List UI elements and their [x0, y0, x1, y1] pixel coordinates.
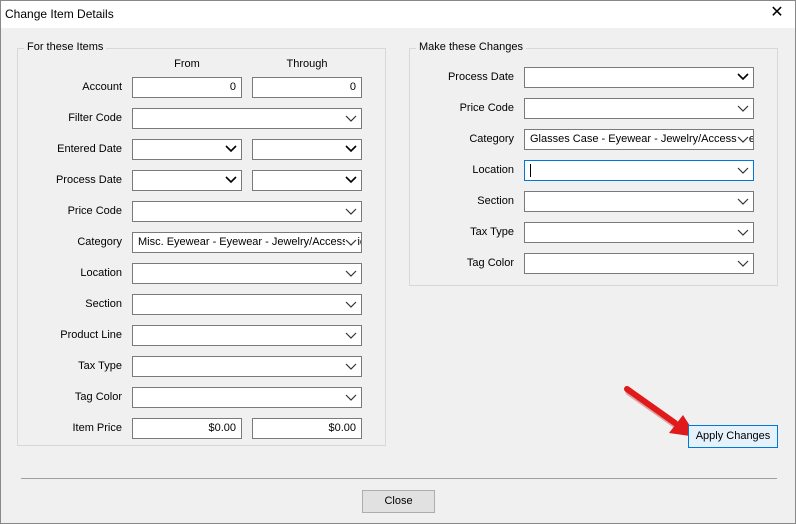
item-price-through-input[interactable]: $0.00 — [252, 418, 362, 439]
change-section-label: Section — [477, 195, 514, 207]
process-date-through-dropdown[interactable] — [252, 170, 362, 191]
category-value: Misc. Eyewear - Eyewear - Jewelry/Access… — [138, 236, 362, 248]
chevron-down-icon — [345, 268, 357, 278]
change-category-value: Glasses Case - Eyewear - Jewelry/Accesso… — [530, 133, 754, 145]
chevron-down-icon — [737, 165, 749, 175]
chevron-down-icon — [737, 227, 749, 237]
column-header-through: Through — [286, 58, 328, 70]
apply-changes-button[interactable]: Apply Changes — [688, 425, 778, 448]
category-dropdown[interactable]: Misc. Eyewear - Eyewear - Jewelry/Access… — [132, 232, 362, 253]
tax-type-label: Tax Type — [78, 360, 122, 372]
chevron-down-icon — [345, 330, 357, 340]
account-through-input[interactable]: 0 — [252, 77, 362, 98]
filter-code-dropdown[interactable] — [132, 108, 362, 129]
chevron-down-icon — [345, 392, 357, 402]
change-location-dropdown[interactable] — [524, 160, 754, 181]
item-price-label: Item Price — [72, 422, 122, 434]
tag-color-dropdown[interactable] — [132, 387, 362, 408]
account-label: Account — [82, 81, 122, 93]
price-code-dropdown[interactable] — [132, 201, 362, 222]
chevron-down-icon — [737, 134, 749, 144]
change-price-code-dropdown[interactable] — [524, 98, 754, 119]
column-header-from: From — [174, 58, 200, 70]
process-date-label: Process Date — [55, 174, 122, 186]
group-title-make-these-changes: Make these Changes — [416, 41, 526, 53]
chevron-down-icon — [345, 206, 357, 216]
chevron-down-icon — [737, 196, 749, 206]
section-dropdown[interactable] — [132, 294, 362, 315]
chevron-down-icon — [345, 144, 357, 154]
change-tag-color-dropdown[interactable] — [524, 253, 754, 274]
change-section-dropdown[interactable] — [524, 191, 754, 212]
close-icon[interactable]: ✕ — [769, 5, 785, 21]
change-category-dropdown[interactable]: Glasses Case - Eyewear - Jewelry/Accesso… — [524, 129, 754, 150]
change-tax-type-dropdown[interactable] — [524, 222, 754, 243]
change-item-details-dialog: Change Item Details ✕ For these Items Fr… — [0, 0, 796, 524]
chevron-down-icon — [737, 103, 749, 113]
chevron-down-icon — [345, 113, 357, 123]
location-label: Location — [80, 267, 122, 279]
product-line-dropdown[interactable] — [132, 325, 362, 346]
change-price-code-label: Price Code — [459, 102, 514, 114]
change-tax-type-label: Tax Type — [470, 226, 514, 238]
entered-date-from-dropdown[interactable] — [132, 139, 242, 160]
product-line-label: Product Line — [60, 329, 122, 341]
chevron-down-icon — [737, 258, 749, 268]
chevron-down-icon — [225, 144, 237, 154]
account-from-input[interactable]: 0 — [132, 77, 242, 98]
title-bar: Change Item Details ✕ — [1, 1, 795, 28]
divider — [21, 478, 777, 479]
tax-type-dropdown[interactable] — [132, 356, 362, 377]
change-category-label: Category — [469, 133, 514, 145]
chevron-down-icon — [345, 299, 357, 309]
entered-date-label: Entered Date — [57, 143, 122, 155]
change-location-label: Location — [472, 164, 514, 176]
chevron-down-icon — [345, 237, 357, 247]
process-date-from-dropdown[interactable] — [132, 170, 242, 191]
group-title-for-these-items: For these Items — [24, 41, 107, 53]
window-title: Change Item Details — [5, 7, 114, 21]
item-price-from-input[interactable]: $0.00 — [132, 418, 242, 439]
change-process-date-dropdown[interactable] — [524, 67, 754, 88]
close-button[interactable]: Close — [362, 490, 435, 513]
chevron-down-icon — [345, 361, 357, 371]
location-dropdown[interactable] — [132, 263, 362, 284]
price-code-label: Price Code — [67, 205, 122, 217]
section-label: Section — [85, 298, 122, 310]
category-label: Category — [77, 236, 122, 248]
chevron-down-icon — [345, 175, 357, 185]
change-process-date-label: Process Date — [447, 71, 514, 83]
change-tag-color-label: Tag Color — [466, 257, 514, 269]
filter-code-label: Filter Code — [68, 112, 122, 124]
text-caret — [530, 164, 531, 177]
entered-date-through-dropdown[interactable] — [252, 139, 362, 160]
chevron-down-icon — [737, 72, 749, 82]
tag-color-label: Tag Color — [74, 391, 122, 403]
chevron-down-icon — [225, 175, 237, 185]
